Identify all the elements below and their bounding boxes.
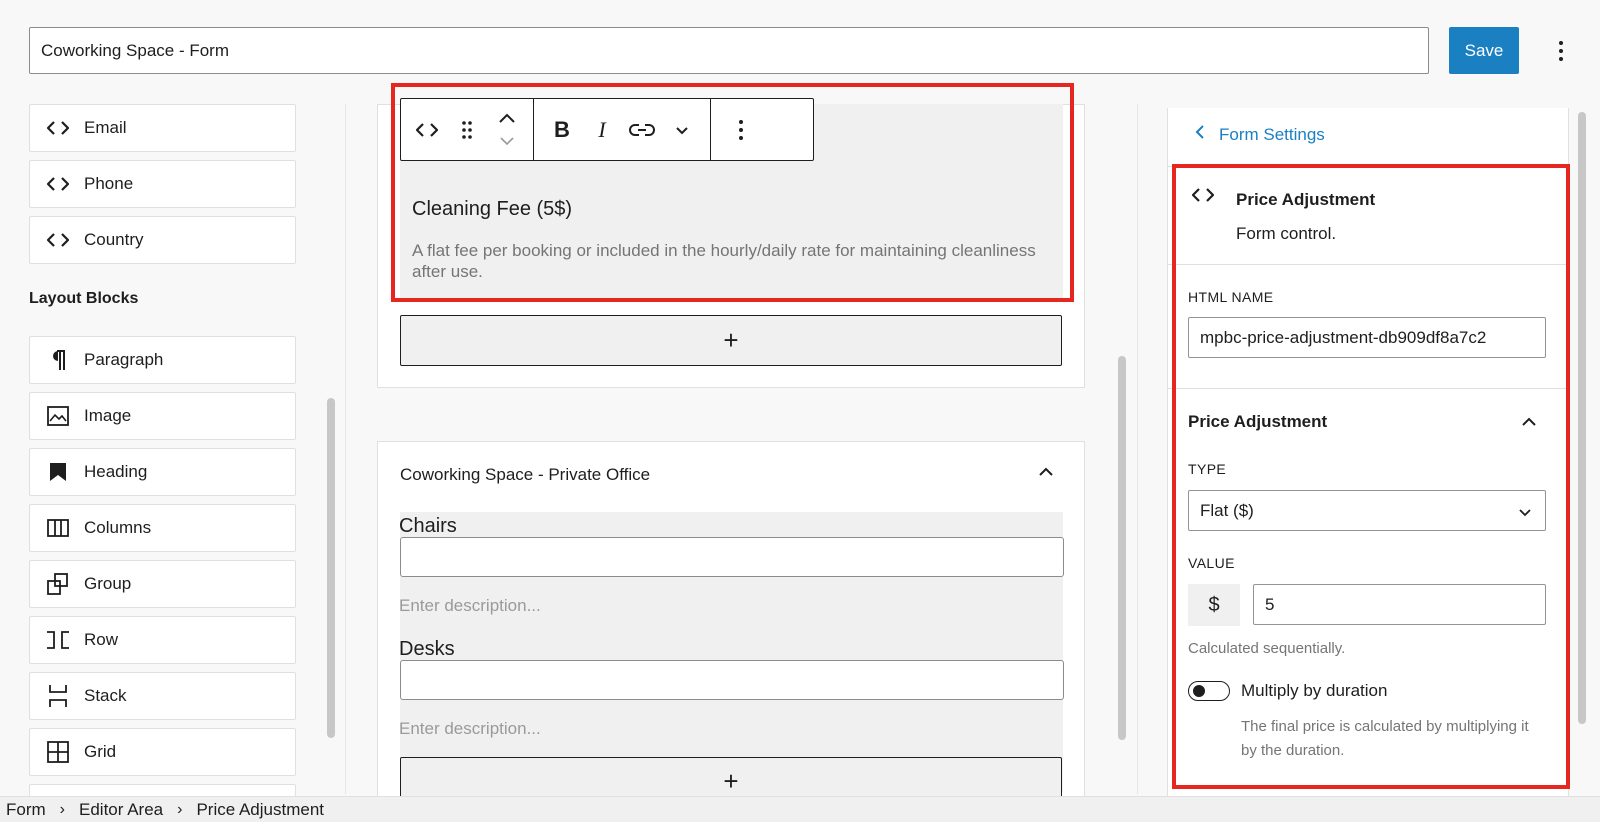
- block-item-label: Columns: [84, 518, 152, 537]
- code-icon: [46, 228, 70, 252]
- multiply-duration-help: The final price is calculated by multipl…: [1241, 718, 1529, 759]
- block-item-row[interactable]: Row: [29, 616, 296, 664]
- block-item-phone[interactable]: Phone: [29, 160, 296, 208]
- block-options-kebab-icon[interactable]: [711, 99, 771, 160]
- block-card-title: Price Adjustment: [1236, 190, 1376, 209]
- options-kebab-icon[interactable]: [1551, 33, 1571, 69]
- block-item-grid[interactable]: Grid: [29, 728, 296, 776]
- heading-icon: [46, 460, 70, 484]
- value-input[interactable]: 5: [1253, 584, 1546, 625]
- chevron-up-icon[interactable]: [1519, 412, 1539, 432]
- block-item-email[interactable]: Email: [29, 104, 296, 152]
- code-icon: [1191, 187, 1216, 211]
- section-title: Coworking Space - Private Office: [400, 465, 651, 484]
- block-item-partial: [29, 784, 296, 796]
- chevron-right-icon: ›: [59, 800, 65, 818]
- chevron-up-icon[interactable]: [1036, 462, 1056, 482]
- html-name-label: HTML NAME: [1188, 289, 1274, 305]
- multiply-duration-label[interactable]: Multiply by duration: [1241, 681, 1387, 701]
- block-item-label: Phone: [84, 174, 134, 193]
- save-button[interactable]: Save: [1449, 27, 1519, 74]
- code-icon: [46, 116, 70, 140]
- form-title-input[interactable]: Coworking Space - Form: [29, 27, 1429, 74]
- paragraph-icon: [46, 348, 70, 372]
- chevron-right-icon: ›: [177, 800, 183, 818]
- block-item-label: Grid: [84, 742, 117, 761]
- add-block-button[interactable]: +: [400, 315, 1062, 366]
- right-panel-divider: [1137, 104, 1138, 794]
- left-panel-divider: [345, 104, 346, 794]
- drag-handle-icon[interactable]: [447, 106, 487, 154]
- block-item-image[interactable]: Image: [29, 392, 296, 440]
- block-toolbar: B I: [400, 98, 814, 161]
- sidebar-separator: [1168, 388, 1568, 389]
- field-label-desks: Desks: [399, 638, 455, 660]
- block-item-country[interactable]: Country: [29, 216, 296, 264]
- italic-button[interactable]: I: [582, 106, 622, 154]
- chairs-input[interactable]: [400, 537, 1064, 577]
- price-block-title[interactable]: Cleaning Fee (5$): [412, 198, 572, 221]
- html-name-input[interactable]: mpbc-price-adjustment-db909df8a7c2: [1188, 317, 1546, 358]
- currency-prefix: $: [1188, 584, 1240, 626]
- block-item-label: Email: [84, 118, 127, 137]
- block-item-paragraph[interactable]: Paragraph: [29, 336, 296, 384]
- link-icon[interactable]: [622, 106, 662, 154]
- sidebar-separator: [1168, 264, 1568, 265]
- value-help-text: Calculated sequentially.: [1188, 640, 1346, 657]
- sidebar-scrollbar[interactable]: [1578, 112, 1586, 724]
- multiply-duration-toggle[interactable]: [1188, 681, 1230, 701]
- block-item-label: Country: [84, 230, 144, 249]
- form-settings-back-link[interactable]: Form Settings: [1195, 124, 1325, 145]
- code-icon: [46, 172, 70, 196]
- code-icon[interactable]: [407, 106, 447, 154]
- block-item-group[interactable]: Group: [29, 560, 296, 608]
- field-label-chairs: Chairs: [399, 515, 457, 537]
- type-label: TYPE: [1188, 461, 1227, 477]
- group-icon: [46, 572, 70, 596]
- block-item-columns[interactable]: Columns: [29, 504, 296, 552]
- move-up-down-icon[interactable]: [487, 106, 527, 154]
- block-item-label: Group: [84, 574, 132, 593]
- block-item-label: Image: [84, 406, 132, 425]
- panel-title[interactable]: Price Adjustment: [1188, 412, 1327, 432]
- field-description-chairs[interactable]: Enter description...: [399, 596, 541, 616]
- block-item-label: Row: [84, 630, 119, 649]
- breadcrumb-item[interactable]: Form: [6, 800, 46, 820]
- block-item-stack[interactable]: Stack: [29, 672, 296, 720]
- price-block-description[interactable]: A flat fee per booking or included in th…: [412, 240, 1052, 282]
- desks-input[interactable]: [400, 660, 1064, 700]
- sidebar-separator: [1168, 166, 1568, 167]
- grid-icon: [46, 740, 70, 764]
- columns-icon: [46, 516, 70, 540]
- breadcrumb-item[interactable]: Editor Area: [79, 800, 163, 820]
- block-item-label: Heading: [84, 462, 148, 481]
- stack-icon: [46, 684, 70, 708]
- field-description-desks[interactable]: Enter description...: [399, 719, 541, 739]
- block-item-heading[interactable]: Heading: [29, 448, 296, 496]
- layout-blocks-heading: Layout Blocks: [29, 290, 139, 307]
- breadcrumb-item[interactable]: Price Adjustment: [196, 800, 324, 820]
- type-select[interactable]: Flat ($): [1188, 490, 1546, 531]
- breadcrumb: Form › Editor Area › Price Adjustment: [0, 796, 1600, 822]
- value-label: VALUE: [1188, 555, 1235, 571]
- chevron-down-icon: [1517, 504, 1533, 520]
- block-item-label: Paragraph: [84, 350, 164, 369]
- block-card-description: Form control.: [1236, 224, 1337, 243]
- block-item-label: Stack: [84, 686, 127, 705]
- bold-button[interactable]: B: [542, 106, 582, 154]
- chevron-down-icon[interactable]: [662, 106, 702, 154]
- section-add-block-button[interactable]: +: [400, 757, 1062, 797]
- left-panel-scrollbar[interactable]: [327, 398, 335, 738]
- image-icon: [46, 404, 70, 428]
- back-link-label: Form Settings: [1219, 124, 1325, 144]
- row-icon: [46, 628, 70, 652]
- editor-scrollbar[interactable]: [1118, 356, 1126, 740]
- settings-sidebar: [1167, 108, 1569, 808]
- chevron-left-icon: [1195, 124, 1205, 145]
- toggle-knob: [1193, 685, 1205, 697]
